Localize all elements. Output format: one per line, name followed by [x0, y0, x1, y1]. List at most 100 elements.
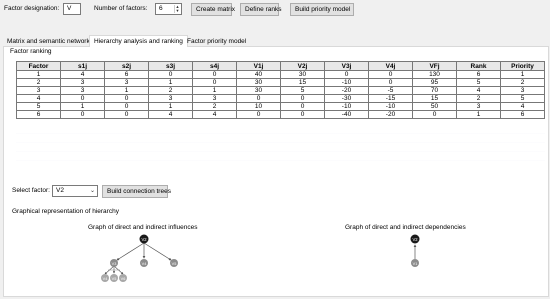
table-cell[interactable]: 15: [280, 78, 325, 87]
table-cell[interactable]: 15: [412, 94, 457, 103]
table-cell[interactable]: 2: [192, 102, 237, 111]
column-header[interactable]: s2j: [104, 61, 149, 71]
table-cell[interactable]: 30: [236, 78, 281, 87]
chevron-down-icon[interactable]: ⌄: [90, 186, 95, 196]
table-cell[interactable]: 4: [500, 102, 545, 111]
table-cell[interactable]: 5: [16, 102, 61, 111]
column-header[interactable]: s4j: [192, 61, 237, 71]
table-cell[interactable]: 1: [60, 102, 105, 111]
table-row[interactable]: 3 3 1 2 1 30 5 -20 -5 70 4 3: [16, 86, 545, 95]
table-cell[interactable]: 2: [500, 78, 545, 87]
table-row[interactable]: 1 4 6 0 0 40 30 0 0 130 6 1: [16, 70, 545, 79]
table-cell[interactable]: 2: [456, 94, 501, 103]
table-cell[interactable]: 6: [500, 110, 545, 119]
table-cell[interactable]: 40: [236, 70, 281, 79]
table-cell[interactable]: -10: [368, 102, 413, 111]
table-cell[interactable]: -20: [324, 86, 369, 95]
define-ranks-button[interactable]: Define ranks: [240, 3, 282, 16]
table-cell[interactable]: 3: [16, 86, 61, 95]
table-cell[interactable]: 1: [148, 78, 193, 87]
table-cell[interactable]: 0: [280, 94, 325, 103]
table-cell[interactable]: 0: [280, 110, 325, 119]
table-cell[interactable]: 0: [236, 94, 281, 103]
table-cell[interactable]: 1: [500, 70, 545, 79]
table-cell[interactable]: 30: [236, 86, 281, 95]
table-cell[interactable]: -5: [368, 86, 413, 95]
table-row[interactable]: 6 0 0 4 4 0 0 -40 -20 0 1 6: [16, 110, 545, 119]
table-cell[interactable]: 0: [192, 78, 237, 87]
table-cell[interactable]: 0: [412, 110, 457, 119]
column-header[interactable]: Rank: [456, 61, 501, 71]
table-cell[interactable]: 10: [236, 102, 281, 111]
table-cell[interactable]: 0: [192, 70, 237, 79]
number-of-factors-stepper[interactable]: 6 ▲ ▼: [155, 3, 182, 15]
table-cell[interactable]: 5: [280, 86, 325, 95]
table-cell[interactable]: 4: [16, 94, 61, 103]
table-cell[interactable]: 5: [500, 94, 545, 103]
table-cell[interactable]: 0: [104, 102, 149, 111]
table-cell[interactable]: 4: [148, 110, 193, 119]
column-header[interactable]: s1j: [60, 61, 105, 71]
table-cell[interactable]: 3: [148, 94, 193, 103]
table-cell[interactable]: -20: [368, 110, 413, 119]
table-cell[interactable]: 70: [412, 86, 457, 95]
table-cell[interactable]: 6: [104, 70, 149, 79]
table-cell[interactable]: 4: [192, 110, 237, 119]
column-header[interactable]: Factor: [16, 61, 61, 71]
table-cell[interactable]: 1: [16, 70, 61, 79]
tab-factor-priority-model[interactable]: Factor priority model: [183, 37, 250, 47]
table-cell[interactable]: -30: [324, 94, 369, 103]
table-cell[interactable]: 130: [412, 70, 457, 79]
table-cell[interactable]: 0: [60, 94, 105, 103]
table-cell[interactable]: 3: [192, 94, 237, 103]
factor-designation-input[interactable]: V: [63, 3, 81, 15]
table-cell[interactable]: 0: [280, 102, 325, 111]
table-cell[interactable]: 0: [324, 70, 369, 79]
table-cell[interactable]: 30: [280, 70, 325, 79]
table-cell[interactable]: -40: [324, 110, 369, 119]
tab-hierarchy-analysis[interactable]: Hierarchy analysis and ranking: [89, 35, 188, 47]
table-cell[interactable]: -10: [324, 102, 369, 111]
column-header[interactable]: s3j: [148, 61, 193, 71]
table-cell[interactable]: 0: [104, 94, 149, 103]
table-cell[interactable]: 0: [236, 110, 281, 119]
table-cell[interactable]: 6: [456, 70, 501, 79]
column-header[interactable]: V3j: [324, 61, 369, 71]
table-row[interactable]: 5 1 0 1 2 10 0 -10 -10 50 3 4: [16, 102, 545, 111]
table-cell[interactable]: 1: [148, 102, 193, 111]
table-cell[interactable]: 0: [368, 70, 413, 79]
build-connection-trees-button[interactable]: Build connection trees: [102, 185, 171, 198]
table-cell[interactable]: 0: [148, 70, 193, 79]
table-cell[interactable]: 4: [456, 86, 501, 95]
table-cell[interactable]: -15: [368, 94, 413, 103]
table-cell[interactable]: 2: [16, 78, 61, 87]
table-cell[interactable]: 6: [16, 110, 61, 119]
table-row[interactable]: 2 3 3 1 0 30 15 -10 0 95 5 2: [16, 78, 545, 87]
table-cell[interactable]: -10: [324, 78, 369, 87]
table-cell[interactable]: 3: [104, 78, 149, 87]
table-cell[interactable]: 1: [456, 110, 501, 119]
table-row[interactable]: 4 0 0 3 3 0 0 -30 -15 15 2 5: [16, 94, 545, 103]
table-cell[interactable]: 0: [60, 110, 105, 119]
table-cell[interactable]: 3: [500, 86, 545, 95]
column-header[interactable]: Priority: [500, 61, 545, 71]
table-cell[interactable]: 1: [192, 86, 237, 95]
table-cell[interactable]: 50: [412, 102, 457, 111]
factor-select[interactable]: V2 ⌄: [52, 185, 98, 197]
column-header[interactable]: V4j: [368, 61, 413, 71]
table-cell[interactable]: 5: [456, 78, 501, 87]
table-cell[interactable]: 0: [104, 110, 149, 119]
create-matrix-button[interactable]: Create matrix: [191, 3, 235, 16]
table-cell[interactable]: 95: [412, 78, 457, 87]
table-cell[interactable]: 0: [368, 78, 413, 87]
table-cell[interactable]: 3: [456, 102, 501, 111]
column-header[interactable]: V1j: [236, 61, 281, 71]
table-cell[interactable]: 2: [148, 86, 193, 95]
table-cell[interactable]: 3: [60, 86, 105, 95]
table-cell[interactable]: 4: [60, 70, 105, 79]
tab-matrix-semantic-network[interactable]: Matrix and semantic network: [3, 37, 94, 47]
spinner-arrows-icon[interactable]: ▲ ▼: [174, 5, 180, 13]
table-cell[interactable]: 1: [104, 86, 149, 95]
build-priority-model-button[interactable]: Build priority model: [290, 3, 354, 16]
column-header[interactable]: VFj: [412, 61, 457, 71]
